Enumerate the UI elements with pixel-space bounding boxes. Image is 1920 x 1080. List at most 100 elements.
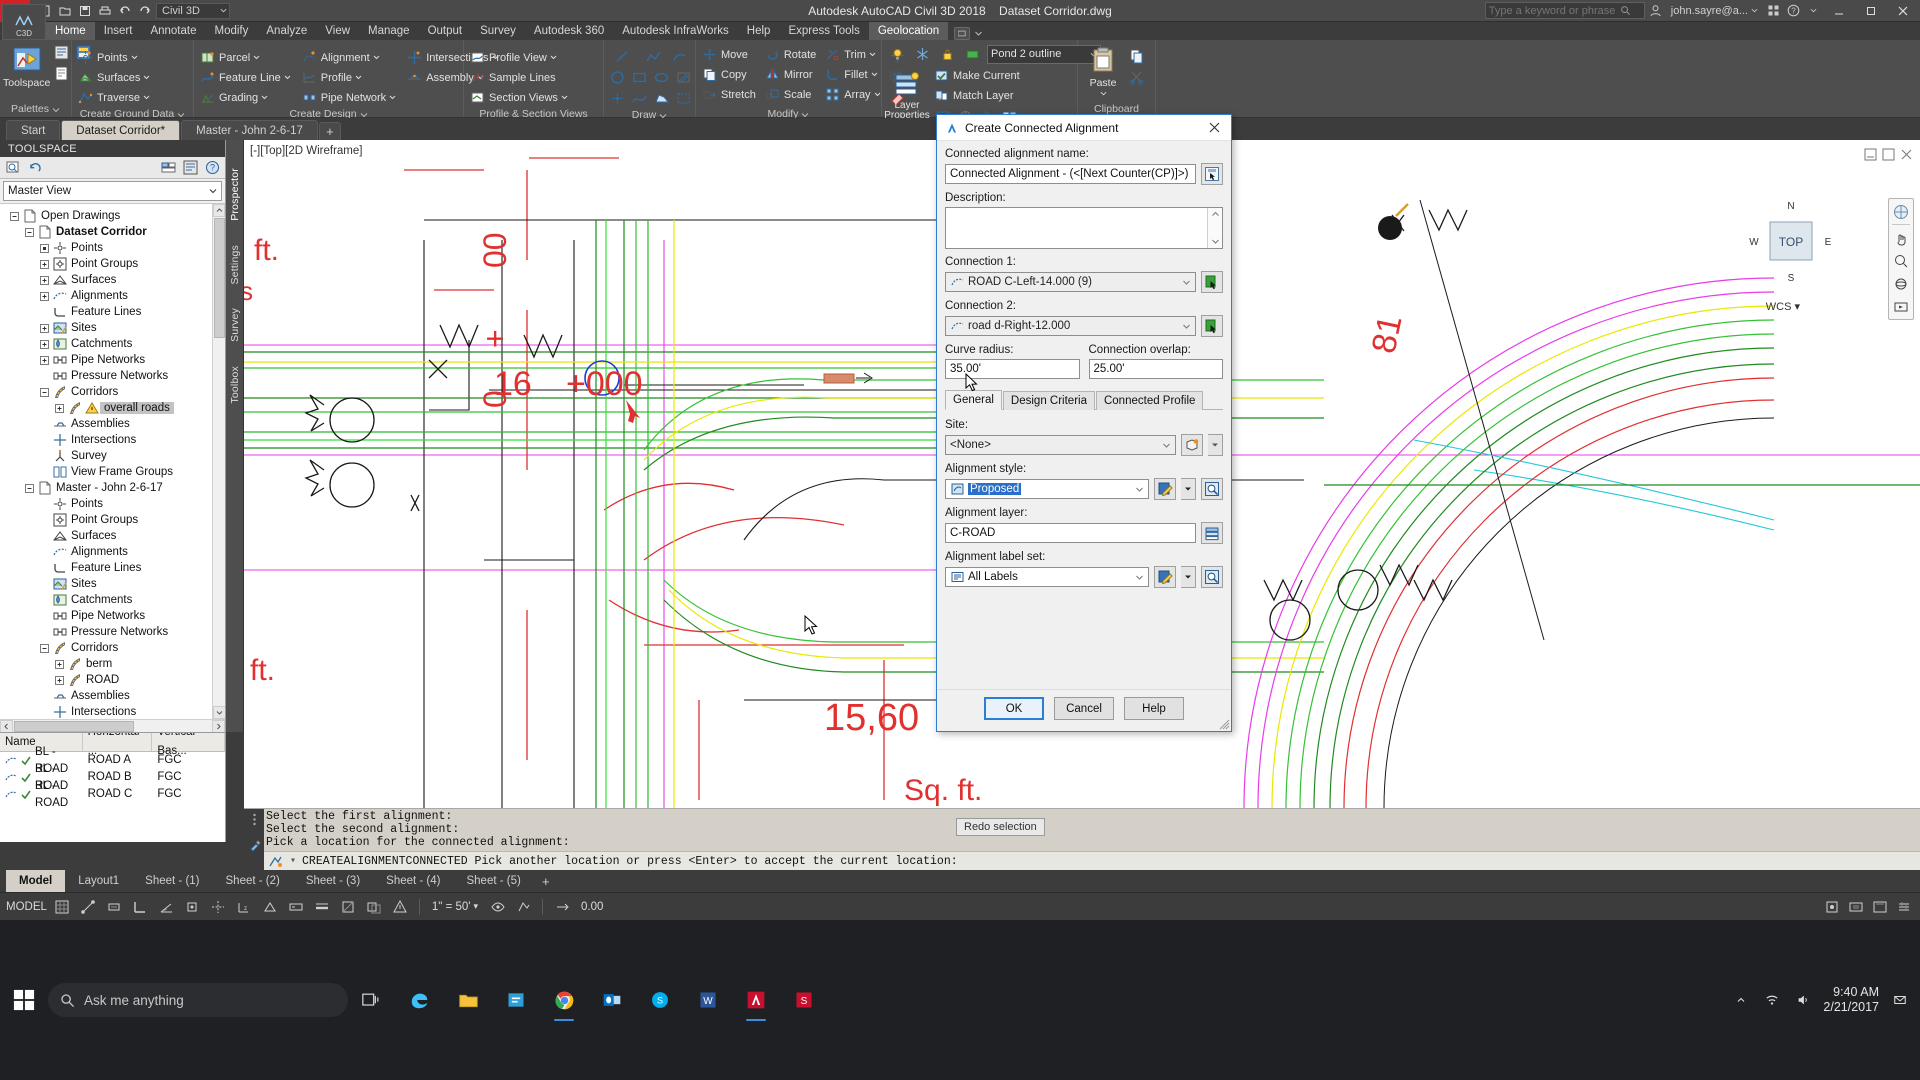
rectangle-icon[interactable]	[629, 67, 650, 87]
tree-item-berm[interactable]: berm	[0, 656, 225, 672]
cortana-search-box[interactable]: Ask me anything	[48, 983, 348, 1017]
tree-expander[interactable]	[38, 275, 51, 285]
chevron-down-icon[interactable]	[131, 52, 138, 64]
layout-tab-sheet-3[interactable]: Sheet - (3)	[293, 870, 373, 892]
paste-button[interactable]: Paste	[1081, 42, 1125, 97]
cut-icon[interactable]	[1126, 67, 1147, 87]
properties-icon[interactable]	[181, 159, 199, 177]
lineweight-icon[interactable]	[312, 896, 333, 917]
help-icon[interactable]: ?	[1784, 2, 1802, 20]
command-input-row[interactable]: ▾ CREATEALIGNMENTCONNECTED Pick another …	[244, 851, 1920, 870]
exchange-apps-icon[interactable]	[1764, 2, 1782, 20]
chevron-down-icon[interactable]	[550, 52, 557, 64]
chevron-down-icon[interactable]	[389, 92, 396, 104]
circle-icon[interactable]	[607, 67, 628, 87]
new-file-tab-button[interactable]: +	[318, 122, 341, 140]
selection-cycling-icon[interactable]	[364, 896, 385, 917]
find-icon[interactable]	[4, 159, 22, 177]
grid-icon[interactable]	[52, 896, 73, 917]
tree-item-pressure-networks[interactable]: Pressure Networks	[0, 368, 225, 384]
clock[interactable]: 9:40 AM 2/21/2017	[1823, 985, 1879, 1015]
array-button[interactable]: Array	[822, 85, 884, 104]
chevron-down-icon[interactable]	[871, 69, 878, 81]
polar-icon[interactable]	[156, 896, 177, 917]
feature-line-button[interactable]: Feature Line	[197, 68, 295, 87]
chevron-down-icon[interactable]	[1211, 237, 1220, 246]
tree-item-sites[interactable]: Sites	[0, 320, 225, 336]
grading-button[interactable]: Grading	[197, 88, 295, 107]
chevron-down-icon[interactable]	[143, 72, 150, 84]
layer-bulb-icon[interactable]	[887, 44, 908, 64]
chevron-down-icon[interactable]	[1180, 278, 1193, 287]
start-button[interactable]	[0, 976, 48, 1024]
dyn-ucs-icon[interactable]	[260, 896, 281, 917]
boundary-icon[interactable]	[673, 88, 694, 108]
annotation-scale-value[interactable]: 1" = 50' ▾	[428, 901, 482, 913]
edit-style-icon[interactable]	[1154, 478, 1176, 500]
trim-button[interactable]: Trim	[822, 45, 884, 64]
tree-expander[interactable]	[53, 659, 66, 669]
outlook-icon[interactable]	[588, 976, 636, 1024]
tree-expander[interactable]	[38, 259, 51, 269]
layer-freeze-icon[interactable]	[912, 44, 933, 64]
civil3d-badge-icon[interactable]: C3D	[2, 4, 46, 40]
tab-connected-profile[interactable]: Connected Profile	[1095, 391, 1204, 410]
layout-tab-layout1[interactable]: Layout1	[65, 870, 132, 892]
close-button[interactable]	[1888, 0, 1918, 21]
fillet-button[interactable]: Fillet	[822, 65, 884, 84]
ok-button[interactable]: OK	[984, 697, 1044, 720]
point-draw-icon[interactable]	[607, 88, 628, 108]
tree-item-catchments[interactable]: Catchments	[0, 592, 225, 608]
tree-item-point-groups[interactable]: Point Groups	[0, 256, 225, 272]
chevron-down-icon[interactable]	[1133, 573, 1146, 582]
plot-icon[interactable]	[96, 2, 113, 19]
search-box[interactable]	[1484, 2, 1645, 19]
tree-item-alignments[interactable]: Alignments	[0, 544, 225, 560]
network-icon[interactable]	[1761, 990, 1782, 1011]
tab-design-criteria[interactable]: Design Criteria	[1002, 391, 1095, 410]
chevron-down-icon[interactable]	[874, 89, 881, 101]
surfaces-button[interactable]: Surfaces	[75, 68, 154, 87]
user-account[interactable]: john.sayre@a...	[1667, 5, 1762, 17]
undo-icon[interactable]	[116, 2, 133, 19]
points-button[interactable]: Points	[75, 48, 154, 67]
chevron-down-icon[interactable]	[1160, 441, 1173, 450]
view-cube[interactable]: N E S W TOP	[1748, 198, 1834, 284]
transparency-icon[interactable]	[338, 896, 359, 917]
master-view-selector[interactable]: Master View	[3, 181, 222, 201]
vtab-settings[interactable]: Settings	[229, 239, 241, 291]
ribbon-overflow-icon[interactable]	[948, 27, 989, 40]
stretch-button[interactable]: Stretch	[699, 85, 760, 104]
tree-item-point-groups[interactable]: Point Groups	[0, 512, 225, 528]
help-caret-icon[interactable]	[1804, 2, 1822, 20]
create-connected-alignment-dialog[interactable]: Create Connected Alignment Connected ali…	[936, 114, 1232, 732]
tree-item-pipe-networks[interactable]: Pipe Networks	[0, 352, 225, 368]
layer-properties-button[interactable]: Layer Properties	[884, 66, 930, 121]
vtab-survey[interactable]: Survey	[229, 302, 241, 348]
clean-screen-icon[interactable]	[1869, 896, 1890, 917]
move-button[interactable]: Move	[699, 45, 760, 64]
help-button[interactable]: Help	[1124, 697, 1184, 720]
layout-tab-sheet-4[interactable]: Sheet - (4)	[373, 870, 453, 892]
hardware-accel-icon[interactable]	[1845, 896, 1866, 917]
annotation-offset-value[interactable]: 0.00	[577, 901, 607, 913]
scroll-thumb[interactable]	[214, 218, 225, 338]
showmotion-icon[interactable]	[1890, 296, 1912, 317]
chevron-down-icon[interactable]	[355, 72, 362, 84]
description-scrollbar[interactable]	[1207, 208, 1222, 248]
tree-item-intersections[interactable]: Intersections	[0, 432, 225, 448]
tree-expander[interactable]	[38, 355, 51, 365]
otrack-icon[interactable]	[208, 896, 229, 917]
annotation-offset-icon[interactable]	[551, 896, 572, 917]
connection2-combo[interactable]: road d-Right-12.000	[945, 316, 1196, 336]
layout-tab-model[interactable]: Model	[6, 870, 66, 892]
polyline-icon[interactable]	[638, 46, 668, 66]
hatch-icon[interactable]	[673, 67, 694, 87]
auto-scale-icon[interactable]	[513, 896, 534, 917]
description-textarea[interactable]	[945, 207, 1223, 249]
scroll-right-icon[interactable]	[212, 719, 225, 733]
tree-expander[interactable]	[23, 227, 36, 237]
tab-autodesk-infraworks[interactable]: Autodesk InfraWorks	[613, 22, 738, 40]
scroll-down-icon[interactable]	[213, 706, 225, 719]
infer-constraints-icon[interactable]	[104, 896, 125, 917]
